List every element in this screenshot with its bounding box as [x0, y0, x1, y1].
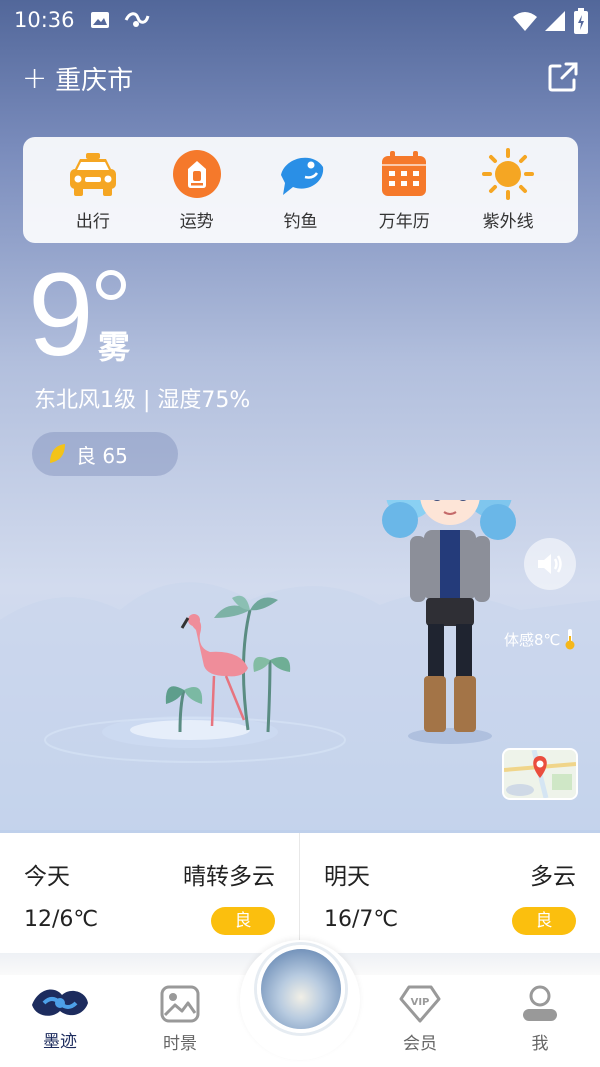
quick-action-label: 运势 [179, 211, 214, 232]
profile-icon [523, 985, 557, 1021]
forecast-condition: 多云 [530, 864, 576, 890]
quick-actions-bar: 出行 运势 钓鱼 万年历 紫外线 [23, 137, 578, 243]
forecast-panel: 今天 晴转多云 12/6℃ 良 明天 多云 16/7℃ 良 [0, 833, 600, 953]
forecast-day: 今天 [24, 864, 70, 890]
status-bar: 10:36 [0, 0, 600, 44]
fortune-icon [172, 149, 221, 198]
app-notification-icon [124, 12, 150, 27]
taxi-icon [69, 152, 116, 196]
current-condition: 雾 [98, 328, 131, 366]
leaf-icon [50, 444, 65, 463]
city-selector[interactable]: + 重庆市 [22, 60, 133, 97]
nav-item-gallery[interactable]: 时景 [138, 985, 222, 1054]
quick-action-uv[interactable]: 紫外线 [468, 147, 548, 232]
gallery-icon [160, 985, 200, 1023]
city-name: 重庆市 [55, 66, 134, 96]
nav-label: 墨迹 [43, 1032, 77, 1052]
signal-icon [545, 11, 565, 31]
forecast-aqi-badge: 良 [512, 907, 576, 935]
fish-icon [281, 157, 324, 195]
nav-label: 我 [531, 1034, 549, 1054]
header: + 重庆市 [0, 52, 600, 108]
vip-icon: VIP [399, 985, 441, 1023]
quick-action-fortune[interactable]: 运势 [157, 149, 237, 232]
forecast-today[interactable]: 今天 晴转多云 12/6℃ 良 [0, 833, 300, 953]
forecast-aqi-badge: 良 [211, 907, 275, 935]
nav-item-moji[interactable]: 墨迹 [18, 985, 102, 1052]
degree-symbol [96, 270, 126, 300]
svg-text:VIP: VIP [411, 997, 430, 1008]
image-notification-icon [91, 12, 109, 28]
wifi-icon [513, 12, 537, 31]
speaker-icon [538, 554, 562, 574]
quick-action-fishing[interactable]: 钓鱼 [260, 149, 340, 232]
wind-humidity: 东北风1级 | 湿度75% [34, 388, 251, 413]
current-temperature: 9 [28, 249, 94, 381]
forecast-condition: 晴转多云 [183, 864, 275, 890]
forecast-day: 明天 [324, 864, 370, 890]
share-icon[interactable] [546, 60, 580, 94]
status-time: 10:36 [14, 8, 75, 32]
moji-icon [32, 989, 88, 1016]
voice-broadcast-button[interactable] [524, 538, 576, 590]
scene-camera-button[interactable] [257, 945, 345, 1033]
quick-action-calendar[interactable]: 万年历 [364, 149, 444, 232]
nav-item-me[interactable]: 我 [498, 985, 582, 1054]
map-pin-icon [504, 750, 576, 798]
quick-action-label: 钓鱼 [283, 211, 318, 232]
thermometer-icon [565, 629, 575, 650]
feels-like-text: 体感8℃ [504, 630, 561, 649]
feels-like-tag: 体感8℃ [498, 626, 582, 652]
calendar-icon [382, 150, 427, 196]
quick-action-label: 出行 [75, 211, 110, 232]
quick-action-travel[interactable]: 出行 [53, 149, 133, 232]
forecast-tomorrow[interactable]: 明天 多云 16/7℃ 良 [300, 833, 600, 953]
nav-item-vip[interactable]: VIP 会员 [378, 985, 462, 1054]
add-city-icon[interactable]: + [22, 61, 47, 96]
quick-action-label: 万年历 [378, 211, 430, 232]
aqi-pill[interactable]: 良 65 [32, 432, 178, 476]
forecast-range: 12/6℃ [24, 907, 99, 932]
nav-label: 时景 [163, 1034, 197, 1054]
forecast-range: 16/7℃ [324, 907, 399, 932]
battery-icon [574, 8, 588, 34]
nav-label: 会员 [403, 1034, 437, 1054]
quick-action-label: 紫外线 [482, 211, 534, 232]
sun-icon [482, 147, 535, 200]
aqi-label: 良 65 [76, 443, 128, 468]
weather-map-button[interactable] [502, 748, 578, 800]
